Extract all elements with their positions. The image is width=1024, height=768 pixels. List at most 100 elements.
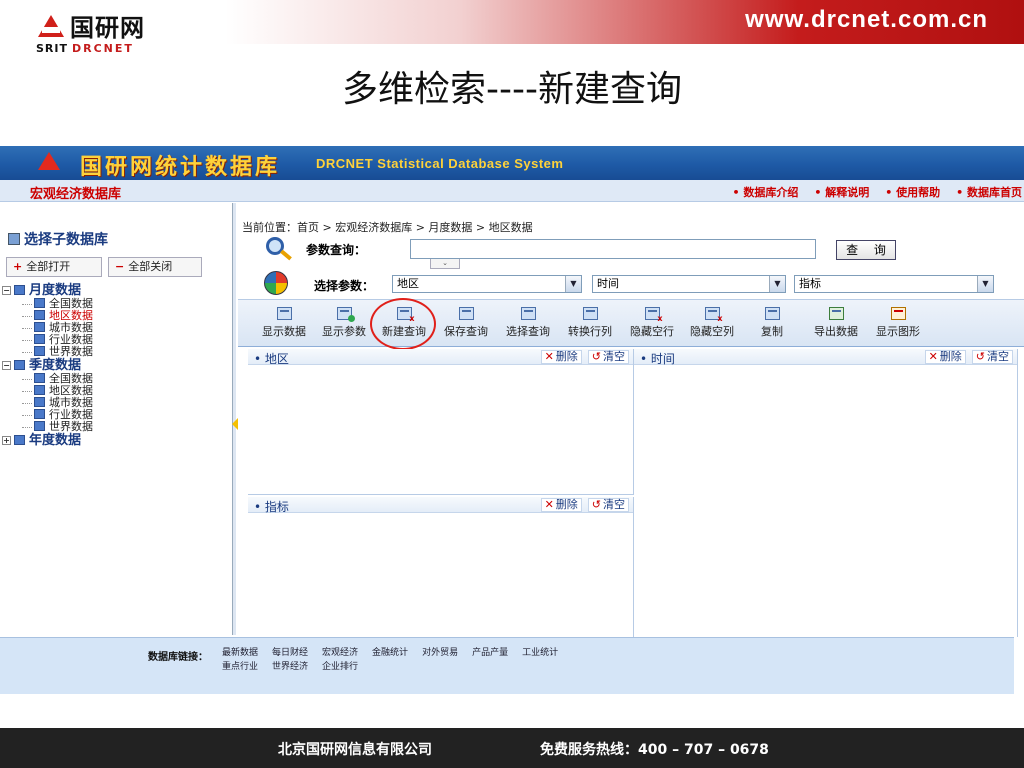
footer-link[interactable]: 企业排行 (322, 660, 358, 674)
section-title: 宏观经济数据库 (30, 187, 122, 202)
table-icon (34, 322, 45, 332)
bar-chart-icon (890, 307, 906, 320)
chevron-down-icon: ▼ (769, 276, 785, 292)
footer-link[interactable]: 宏观经济 (322, 646, 358, 660)
footer-link[interactable]: 最新数据 (222, 646, 258, 660)
tree-item-label: 世界数据 (49, 345, 93, 358)
expand-toggle-icon[interactable]: + (2, 436, 11, 445)
right-edge-strip (1014, 637, 1024, 694)
footer-link[interactable]: 世界经济 (272, 660, 308, 674)
footer-link[interactable]: 产品产量 (472, 646, 508, 660)
toolbar-label: 显示数据 (262, 325, 306, 338)
select-indicator[interactable]: 指标 ▼ (794, 275, 994, 293)
db-links-footer: 数据库链接： 最新数据 每日财经 宏观经济 金融统计 对外贸易 产品产量 工业统计 重点行业… (0, 637, 1014, 694)
clear-button[interactable]: ↺ 清空 (587, 498, 629, 512)
main-content: 当前位置：首页 > 宏观经济数据库 > 月度数据 > 地区数据 参数查询： ⌄ … (238, 203, 1024, 641)
toolbar-label: 隐藏空行 (630, 325, 674, 338)
toolbar: 显示数据 显示参数 新建查询 保存查询 选择查询 转换行列 隐藏空行 隐藏空列 … (238, 298, 1024, 350)
link-help[interactable]: 使用帮助 (885, 184, 940, 200)
hide-empty-cols-button[interactable]: 隐藏空列 (686, 304, 738, 344)
collapse-all-button[interactable]: − 全部关闭 (108, 257, 202, 277)
query-input[interactable] (410, 239, 816, 259)
footer-link[interactable]: 每日财经 (272, 646, 308, 660)
toolbar-label: 保存查询 (444, 325, 488, 338)
link-explanation[interactable]: 解释说明 (814, 184, 869, 200)
link-db-intro[interactable]: 数据库介绍 (733, 184, 798, 200)
select-region[interactable]: 地区 ▼ (392, 275, 582, 293)
hide-cols-icon (704, 307, 722, 323)
tree-group-annual[interactable]: + 年度数据 (2, 433, 93, 448)
folder-icon (14, 435, 25, 445)
clear-button[interactable]: ↺ 清空 (587, 350, 629, 364)
show-data-button[interactable]: 显示数据 (258, 304, 310, 344)
region-panel-header: 地区 ✕删除 ↺清空 (248, 349, 633, 366)
copy-button[interactable]: 复制 (752, 304, 792, 344)
select-query-button[interactable]: 选择查询 (502, 304, 554, 344)
tree-item-quarterly-world[interactable]: 世界数据 (2, 421, 93, 433)
excel-export-icon (828, 307, 844, 320)
query-dropdown-toggle[interactable]: ⌄ (430, 259, 460, 269)
indicator-panel: 指标 ✕删除 ↺清空 (248, 497, 634, 641)
collapse-toggle-icon[interactable]: − (2, 361, 11, 370)
folder-icon (14, 360, 25, 370)
pie-chart-icon (264, 271, 288, 295)
app-window: 国研网统计数据库 DRCNET Statistical Database Sys… (0, 146, 1024, 694)
open-query-icon (520, 307, 536, 320)
tree-group-label: 年度数据 (29, 433, 82, 448)
delete-button[interactable]: ✕ 删除 (924, 350, 966, 364)
region-panel: 地区 ✕删除 ↺清空 (248, 349, 634, 495)
indicator-panel-header: 指标 ✕删除 ↺清空 (248, 497, 633, 514)
clear-icon: ↺ (591, 498, 601, 511)
tree-group-label: 季度数据 (29, 358, 82, 373)
link-db-home[interactable]: 数据库首页 (956, 184, 1022, 200)
clear-label: 清空 (987, 350, 1009, 363)
database-icon (8, 233, 20, 245)
folder-icon (14, 285, 25, 295)
app-subbar: 宏观经济数据库 数据库介绍 解释说明 使用帮助 数据库首页 (0, 180, 1024, 202)
table-icon (34, 310, 45, 320)
delete-button[interactable]: ✕ 删除 (540, 498, 582, 512)
show-chart-button[interactable]: 显示图形 (872, 304, 924, 344)
app-logo-icon (38, 152, 60, 170)
table-icon (34, 421, 45, 431)
db-links-row-1: 最新数据 每日财经 宏观经济 金融统计 对外贸易 产品产量 工业统计 (222, 646, 572, 660)
query-button[interactable]: 查 询 (836, 240, 896, 260)
footer-link[interactable]: 对外贸易 (422, 646, 458, 660)
footer-link[interactable]: 重点行业 (222, 660, 258, 674)
save-icon (458, 307, 474, 320)
expand-all-button[interactable]: + 全部打开 (6, 257, 102, 277)
app-header: 国研网统计数据库 DRCNET Statistical Database Sys… (0, 146, 1024, 180)
toolbar-label: 选择查询 (506, 325, 550, 338)
logo-sub-drcnet: DRCNET (72, 42, 134, 55)
hide-empty-rows-button[interactable]: 隐藏空行 (626, 304, 678, 344)
query-label: 参数查询： (306, 243, 367, 257)
table-icon (34, 409, 45, 419)
panel-actions: ✕ 删除 ↺ 清空 (540, 498, 629, 512)
tree-group-quarterly[interactable]: − 季度数据 (2, 358, 93, 373)
tree-group-monthly[interactable]: − 月度数据 (2, 283, 93, 298)
footer-link[interactable]: 金融统计 (372, 646, 408, 660)
sidebar: 选择子数据库 + 全部打开 − 全部关闭 − 月度数据 全国数据 地区数据 城市数据 … (0, 203, 232, 635)
tree-item-monthly-world[interactable]: 世界数据 (2, 346, 93, 358)
show-params-button[interactable]: 显示参数 (318, 304, 370, 344)
slide-title: 多维检索----新建查询 (342, 69, 682, 110)
top-links: 数据库介绍 解释说明 使用帮助 数据库首页 (733, 184, 1022, 200)
collapse-toggle-icon[interactable]: − (2, 286, 11, 295)
select-db-label: 选择子数据库 (24, 232, 108, 248)
app-title-en: DRCNET Statistical Database System (316, 156, 564, 171)
select-time[interactable]: 时间 ▼ (592, 275, 786, 293)
export-data-button[interactable]: 导出数据 (810, 304, 862, 344)
param-row: 选择参数： 地区 ▼ 时间 ▼ 指标 ▼ (246, 271, 1022, 297)
drcnet-logo: 国研网 (38, 8, 145, 43)
transpose-button[interactable]: 转换行列 (564, 304, 616, 344)
save-query-button[interactable]: 保存查询 (440, 304, 492, 344)
select-indicator-value: 指标 (799, 277, 821, 290)
plus-icon: + (13, 260, 23, 273)
toolbar-label: 复制 (761, 325, 783, 338)
breadcrumb: 当前位置：首页 > 宏观经济数据库 > 月度数据 > 地区数据 (242, 221, 533, 234)
delete-button[interactable]: ✕ 删除 (540, 350, 582, 364)
footer-link[interactable]: 工业统计 (522, 646, 558, 660)
table-icon (34, 334, 45, 344)
db-links: 最新数据 每日财经 宏观经济 金融统计 对外贸易 产品产量 工业统计 重点行业 世界经济 企业排… (222, 646, 572, 674)
clear-button[interactable]: ↺ 清空 (971, 350, 1013, 364)
